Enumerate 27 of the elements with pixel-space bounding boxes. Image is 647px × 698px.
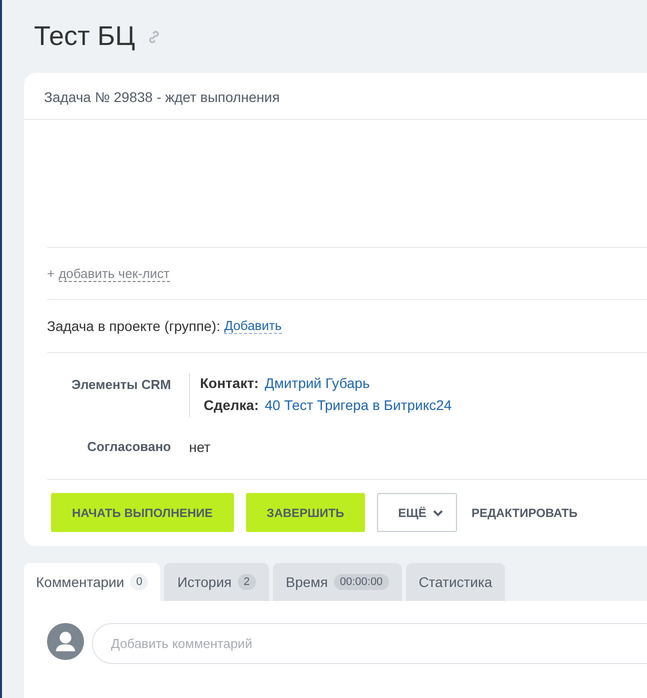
crm-label: Сделка: [202, 397, 259, 413]
tab[interactable]: Время 00:00:00 [272, 563, 402, 601]
task-status: Задача № 29838 - ждет выполнения [24, 73, 647, 120]
field-label: Согласовано [86, 438, 171, 455]
action-button[interactable]: НАЧАТЬ ВЫПОЛНЕНИЕ [51, 493, 234, 532]
plus-sign: + [47, 266, 55, 281]
edit-button[interactable]: РЕДАКТИРОВАТЬ [469, 493, 580, 532]
count-badge: 0 [130, 574, 148, 590]
avatar-icon [47, 623, 84, 660]
tab[interactable]: Статистика [406, 563, 506, 601]
add-project-link[interactable]: Добавить [224, 318, 282, 334]
count-badge: 2 [238, 574, 256, 590]
field-label: Элементы CRM [70, 376, 171, 394]
crm-link[interactable]: 40 Тест Тригера в Битрикс24 [264, 397, 452, 413]
more-button[interactable]: ЕЩЁ [377, 493, 458, 532]
count-badge: 00:00:00 [334, 574, 389, 590]
tab[interactable]: Комментарии 0 [24, 563, 160, 601]
tab[interactable]: История 2 [164, 563, 269, 601]
add-checklist-link[interactable]: добавить чек-лист [58, 266, 170, 282]
page-title: Тест БЦ [34, 21, 136, 52]
link-icon[interactable] [147, 30, 162, 44]
crm-link[interactable]: Дмитрий Губарь [264, 375, 452, 391]
project-label: Задача в проекте (группе): [47, 318, 220, 334]
comment-field[interactable]: Добавить комментарий [92, 623, 647, 664]
field-value: нет [189, 438, 212, 455]
action-button[interactable]: ЗАВЕРШИТЬ [246, 493, 366, 532]
crm-label: Контакт: [200, 375, 259, 391]
